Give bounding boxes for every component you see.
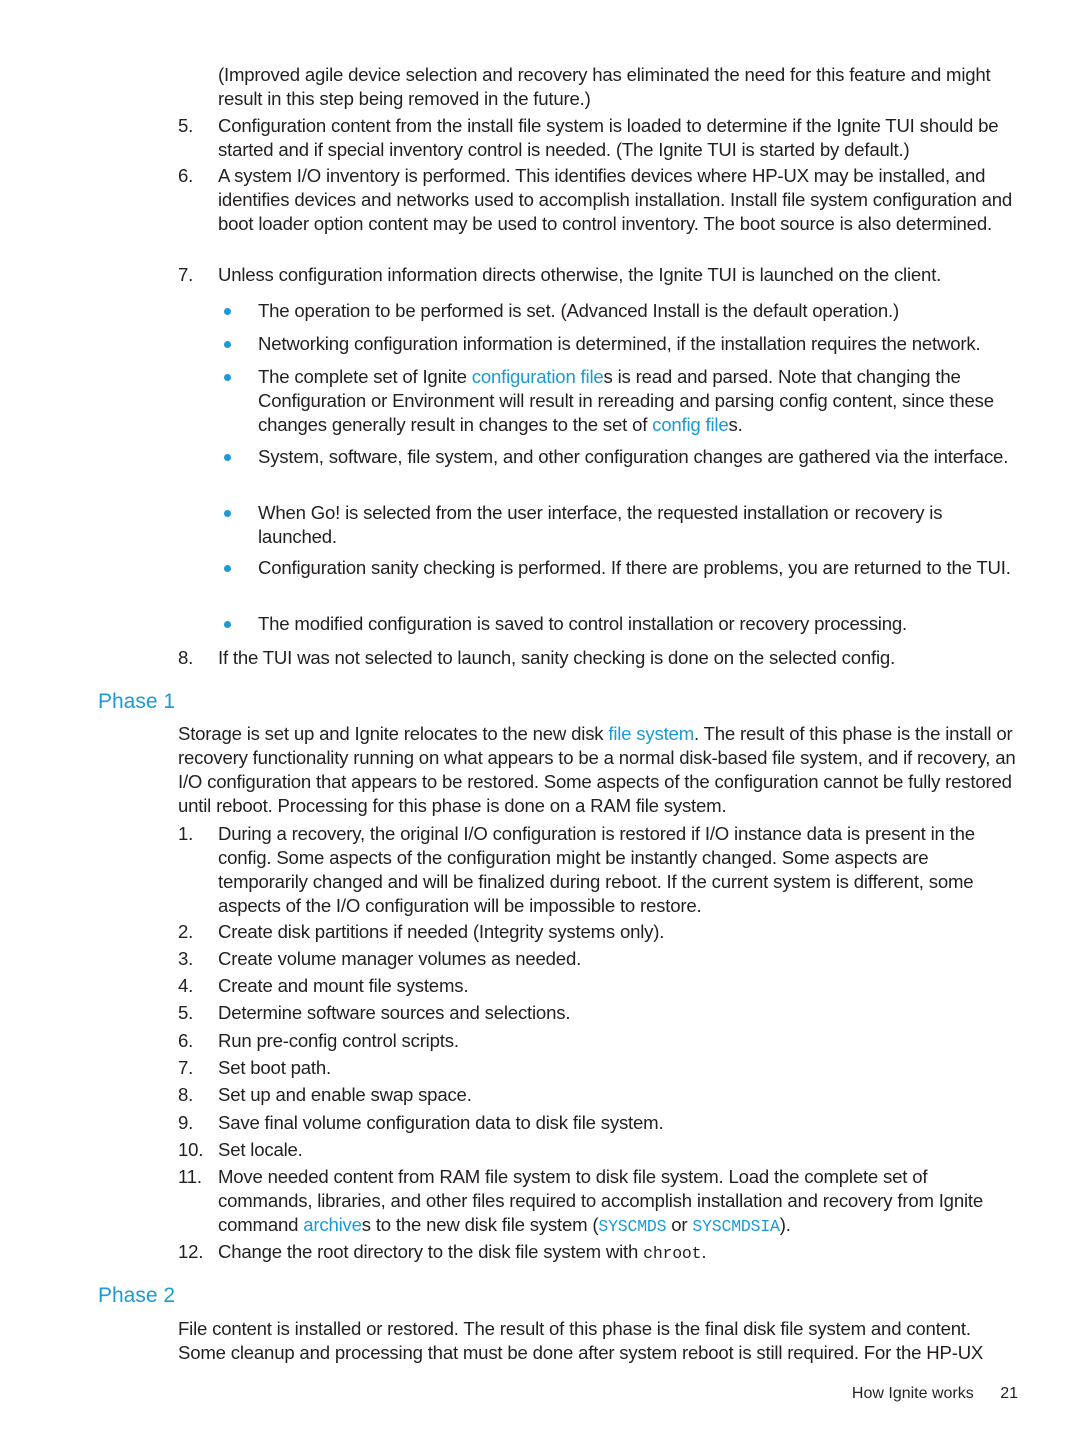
list-text: Unless configuration information directs… — [218, 264, 942, 285]
archive-link[interactable]: archive — [303, 1214, 362, 1235]
step-11-mid: s to the new disk file system ( — [361, 1214, 599, 1235]
bullet-icon — [224, 454, 231, 461]
list-text: A system I/O inventory is performed. Thi… — [218, 165, 1013, 234]
list-item: 7. Set boot path. — [178, 1056, 1023, 1080]
bullet-icon — [224, 565, 231, 572]
list-number: 11. — [178, 1166, 202, 1187]
list-item: 5. Configuration content from the instal… — [178, 114, 1023, 162]
bullet-item: System, software, file system, and other… — [218, 445, 1023, 469]
list-text: Set up and enable swap space. — [218, 1084, 472, 1105]
phase-1-intro-pre: Storage is set up and Ignite relocates t… — [178, 723, 609, 744]
list-item: 3. Create volume manager volumes as need… — [178, 947, 1023, 971]
list-number: 7. — [178, 1057, 194, 1078]
list-number: 2. — [178, 921, 194, 942]
list-number: 5. — [178, 115, 194, 136]
list-number: 3. — [178, 948, 194, 969]
list-item: 7. Unless configuration information dire… — [178, 263, 1023, 287]
bullet-item: Networking configuration information is … — [218, 332, 1023, 356]
list-text: Create disk partitions if needed (Integr… — [218, 921, 665, 942]
list-item: 8. If the TUI was not selected to launch… — [178, 646, 1023, 670]
configuration-file-link[interactable]: configuration file — [472, 366, 604, 387]
list-text: Set boot path. — [218, 1057, 331, 1078]
bullet-text: When Go! is selected from the user inter… — [258, 502, 943, 547]
list-text: Create volume manager volumes as needed. — [218, 948, 582, 969]
bullet-item: When Go! is selected from the user inter… — [218, 501, 1023, 549]
list-number: 5. — [178, 1002, 194, 1023]
bullet-item: The operation to be performed is set. (A… — [218, 299, 1023, 323]
list-item: 8. Set up and enable swap space. — [178, 1083, 1023, 1107]
phase-1-heading: Phase 1 — [98, 690, 176, 713]
list-text: Create and mount file systems. — [218, 975, 469, 996]
step-11-post: ). — [779, 1214, 791, 1235]
bullet-text: The operation to be performed is set. (A… — [258, 300, 899, 321]
bullet-text: The modified configuration is saved to c… — [258, 613, 907, 634]
step-12-pre: Change the root directory to the disk fi… — [218, 1241, 644, 1262]
bullet-icon — [224, 374, 231, 381]
list-item: 12. Change the root directory to the dis… — [178, 1240, 1023, 1266]
list-number: 1. — [178, 823, 194, 844]
list-number: 6. — [178, 1030, 194, 1051]
bullet-text: Networking configuration information is … — [258, 333, 981, 354]
list-number: 4. — [178, 975, 194, 996]
list-number: 12. — [178, 1241, 204, 1262]
list-text: If the TUI was not selected to launch, s… — [218, 647, 896, 668]
phase-2-intro: File content is installed or restored. T… — [178, 1318, 984, 1363]
list-number: 10. — [178, 1139, 204, 1160]
bullet-text-post: s. — [728, 414, 743, 435]
list-number: 9. — [178, 1112, 194, 1133]
list-number: 8. — [178, 1084, 194, 1105]
syscmdsia-link[interactable]: SYSCMDSIA — [692, 1217, 780, 1236]
syscmds-link[interactable]: SYSCMDS — [598, 1217, 666, 1236]
bullet-icon — [224, 308, 231, 315]
step-11-or: or — [666, 1214, 693, 1235]
bullet-icon — [224, 621, 231, 628]
document-page: (Improved agile device selection and rec… — [0, 0, 1080, 1438]
list-item: 6. A system I/O inventory is performed. … — [178, 164, 1023, 236]
bullet-text: The complete set of Ignite configuration… — [258, 365, 1023, 437]
bullet-item: Configuration sanity checking is perform… — [218, 556, 1023, 580]
config-file-link[interactable]: config file — [652, 414, 729, 435]
list-item: 5. Determine software sources and select… — [178, 1001, 1023, 1025]
phase-2-heading: Phase 2 — [98, 1284, 176, 1307]
list-item: 10. Set locale. — [178, 1138, 1023, 1162]
list-item: 2. Create disk partitions if needed (Int… — [178, 920, 1023, 944]
list-text: Save final volume configuration data to … — [218, 1112, 664, 1133]
bullet-text: Configuration sanity checking is perform… — [258, 557, 1011, 578]
list-number: 6. — [178, 165, 194, 186]
page-footer: How Ignite works 21 — [852, 1384, 1018, 1404]
list-text: Run pre-config control scripts. — [218, 1030, 459, 1051]
bullet-item: The modified configuration is saved to c… — [218, 612, 1023, 636]
file-system-link[interactable]: file system — [608, 723, 694, 744]
footer-section-title: How Ignite works — [851, 1385, 974, 1402]
list-item: 9. Save final volume configuration data … — [178, 1111, 1023, 1135]
list-number: 8. — [178, 647, 194, 668]
bullet-icon — [224, 510, 231, 517]
list-text: Set locale. — [218, 1139, 303, 1160]
bullet-text-pre: The complete set of Ignite — [258, 366, 472, 387]
list-item: 6. Run pre-config control scripts. — [178, 1029, 1023, 1053]
page-number: 21 — [1000, 1385, 1018, 1402]
list-number: 7. — [178, 264, 194, 285]
list-item: 1. During a recovery, the original I/O c… — [178, 822, 1023, 918]
step-4-continuation: (Improved agile device selection and rec… — [218, 64, 991, 109]
list-text: Determine software sources and selection… — [218, 1002, 571, 1023]
phase-1-intro: Storage is set up and Ignite relocates t… — [178, 722, 1023, 818]
bullet-text: System, software, file system, and other… — [258, 446, 1009, 467]
list-item: 4. Create and mount file systems. — [178, 974, 1023, 998]
step-12-post: . — [701, 1241, 707, 1262]
bullet-icon — [224, 341, 231, 348]
chroot-code: chroot — [643, 1244, 702, 1263]
list-text: Change the root directory to the disk fi… — [218, 1240, 1023, 1266]
list-text: Configuration content from the install f… — [218, 115, 999, 160]
list-item: 11. Move needed content from RAM file sy… — [178, 1165, 1023, 1239]
list-text: Move needed content from RAM file system… — [218, 1165, 1023, 1239]
bullet-item: The complete set of Ignite configuration… — [218, 365, 1023, 437]
list-text: During a recovery, the original I/O conf… — [218, 823, 975, 916]
